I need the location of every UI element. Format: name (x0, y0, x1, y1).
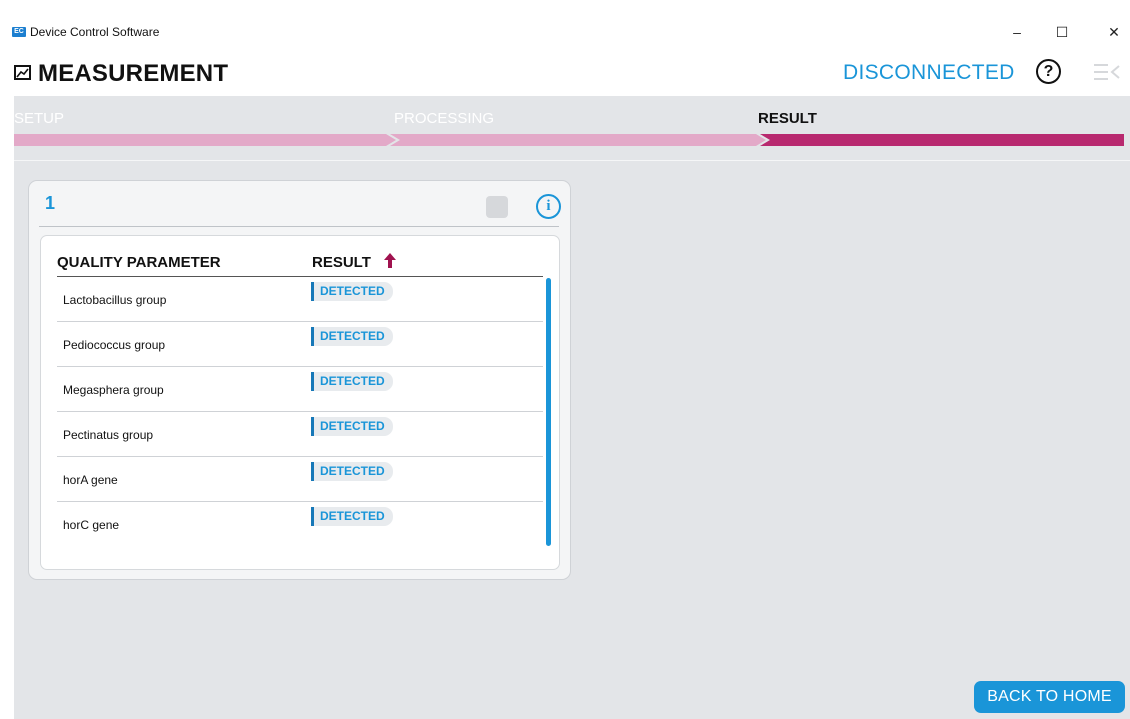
table-row: Pediococcus group DETECTED (57, 322, 543, 367)
info-icon[interactable]: i (536, 194, 561, 219)
app-logo-icon: EC (12, 27, 26, 37)
window-titlebar: EC Device Control Software – ☐ ✕ (0, 14, 1130, 50)
minimize-button[interactable]: – (1007, 22, 1027, 42)
back-to-home-button[interactable]: BACK TO HOME (974, 681, 1125, 713)
step-progress-bar (14, 134, 1124, 146)
sort-ascending-icon[interactable] (384, 253, 396, 268)
card-divider (39, 226, 559, 227)
table-row: horC gene DETECTED (57, 502, 543, 547)
maximize-button[interactable]: ☐ (1052, 22, 1072, 42)
card-number: 1 (45, 193, 56, 213)
page-title: MEASUREMENT (38, 60, 229, 87)
table-scrollbar[interactable] (546, 278, 551, 546)
parameter-name: Pediococcus group (63, 338, 166, 352)
column-header-parameter: QUALITY PARAMETER (57, 254, 221, 271)
card-select-checkbox[interactable] (486, 196, 508, 218)
steps-divider (14, 160, 1130, 161)
step-bar-processing (390, 134, 766, 146)
result-badge: DETECTED (311, 327, 393, 346)
table-row: Lactobacillus group DETECTED (57, 277, 543, 322)
table-row: Megasphera group DETECTED (57, 367, 543, 412)
step-processing: PROCESSING (394, 110, 495, 127)
window-title: Device Control Software (30, 25, 160, 39)
step-result: RESULT (758, 110, 817, 127)
column-header-result[interactable]: RESULT (312, 254, 371, 271)
result-badge: DETECTED (311, 507, 393, 526)
result-badge: DETECTED (311, 417, 393, 436)
step-setup: SETUP (14, 110, 65, 127)
page-header: MEASUREMENT DISCONNECTED ? (0, 50, 1130, 96)
table-row: Pectinatus group DETECTED (57, 412, 543, 457)
parameter-name: horA gene (63, 473, 118, 487)
help-icon[interactable]: ? (1036, 59, 1061, 84)
collapse-menu-icon[interactable] (1094, 63, 1120, 81)
parameter-name: horC gene (63, 518, 120, 532)
parameter-name: Lactobacillus group (63, 293, 167, 307)
progress-steps: SETUP PROCESSING RESULT (14, 96, 1130, 156)
close-button[interactable]: ✕ (1104, 22, 1124, 42)
parameter-name: Megasphera group (63, 383, 164, 397)
results-table: QUALITY PARAMETER RESULT Lactobacillus g… (40, 235, 560, 570)
result-badge: DETECTED (311, 372, 393, 391)
table-row: horA gene DETECTED (57, 457, 543, 502)
step-bar-result (760, 134, 1124, 146)
result-badge: DETECTED (311, 282, 393, 301)
chart-icon (14, 65, 31, 80)
result-badge: DETECTED (311, 462, 393, 481)
step-bar-setup (14, 134, 396, 146)
result-card: 1 i QUALITY PARAMETER RESULT Lactobacill… (28, 180, 571, 580)
main-area: SETUP PROCESSING RESULT 1 i QUALITY PARA… (14, 96, 1130, 719)
parameter-name: Pectinatus group (63, 428, 154, 442)
connection-status: DISCONNECTED (843, 61, 1015, 84)
